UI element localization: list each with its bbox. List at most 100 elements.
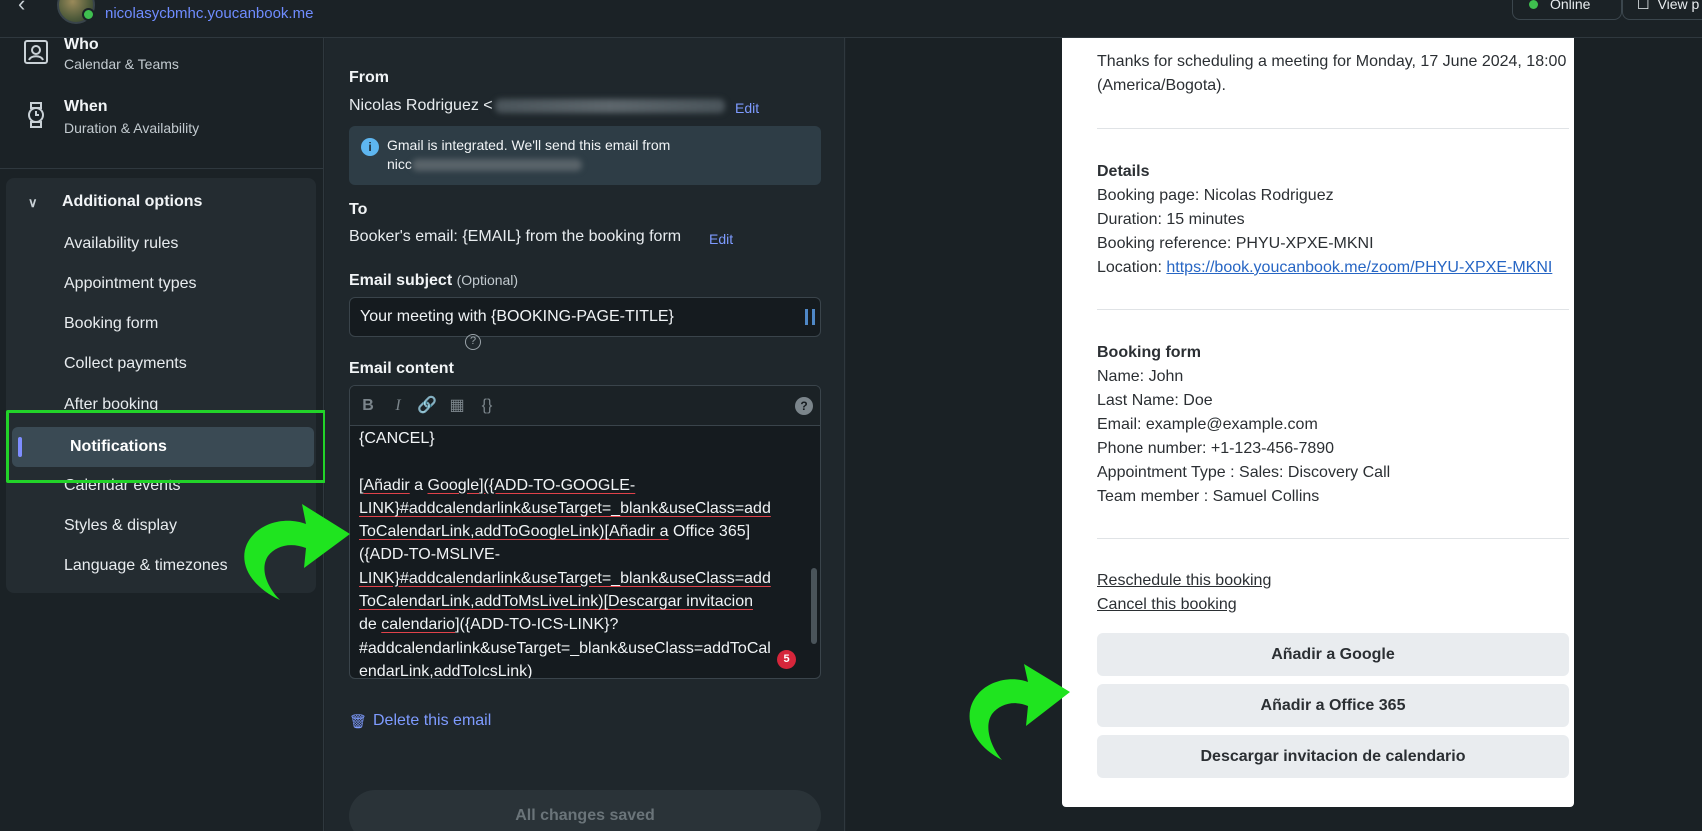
watch-icon <box>28 102 44 128</box>
external-link-icon: ☐ <box>1637 0 1650 12</box>
email-subject-label-text: Email subject <box>349 272 453 289</box>
error-count-badge[interactable]: 5 <box>777 650 796 669</box>
code-braces-icon[interactable]: {} <box>477 396 497 416</box>
content-token: Office 365] <box>668 523 751 541</box>
content-token: Añadir <box>363 476 410 494</box>
user-card-icon <box>24 40 48 64</box>
variable-picker-icon[interactable] <box>805 309 815 325</box>
add-to-google-button[interactable]: Añadir a Google <box>1097 633 1569 676</box>
view-page-button[interactable]: ☐ View p <box>1622 0 1702 20</box>
preview-team-member: Team member : Samuel Collins <box>1097 488 1320 505</box>
nav-when-title: When <box>64 98 108 115</box>
email-subject-label: Email subject (Optional) <box>349 272 518 290</box>
reschedule-link[interactable]: Reschedule this booking <box>1097 572 1271 590</box>
content-token: ToCalendarLink,addToMsLiveLink)[Descarga… <box>359 593 687 611</box>
additional-options-toggle[interactable]: ∨ Additional options <box>28 193 202 211</box>
nav-who[interactable]: Who Calendar & Teams <box>0 22 324 92</box>
preview-details-title: Details <box>1097 163 1150 180</box>
from-value: Nicolas Rodriguez < <box>349 97 725 115</box>
content-token: ]({ADD-TO-ICS-LINK}? <box>455 616 619 634</box>
preview-appointment-type: Appointment Type : Sales: Discovery Call <box>1097 464 1391 481</box>
edit-to-link[interactable]: Edit <box>709 231 733 247</box>
sidebar-item-styles-display[interactable]: Styles & display <box>64 517 177 535</box>
edit-from-link[interactable]: Edit <box>735 100 759 116</box>
blurred-sender <box>411 159 582 172</box>
email-preview: Thanks for scheduling a meeting for Mond… <box>1062 38 1574 807</box>
optional-tag: (Optional) <box>456 272 519 288</box>
content-line: LINK}#addcalendarlink&useTarget=_blank&u… <box>359 499 771 517</box>
preview-thanks-text: Thanks for scheduling a meeting for Mond… <box>1097 53 1567 94</box>
content-token: invitacion <box>686 593 753 611</box>
cancel-link[interactable]: Cancel this booking <box>1097 596 1237 614</box>
sidebar-item-appointment-types[interactable]: Appointment types <box>64 275 197 293</box>
link-icon[interactable]: 🔗 <box>417 396 437 416</box>
sidebar-item-availability-rules[interactable]: Availability rules <box>64 235 178 253</box>
chevron-down-icon: ∨ <box>28 195 38 210</box>
content-token: calendario <box>381 616 456 634</box>
content-token: Google <box>427 476 480 494</box>
preview-location: Location: https://book.youcanbook.me/zoo… <box>1097 259 1552 277</box>
nav-who-subtitle: Calendar & Teams <box>64 56 179 72</box>
preview-divider <box>1097 309 1569 310</box>
email-content-editor[interactable]: B I 🔗 ▦ {} ? {CANCEL} [Añadir a Google](… <box>349 385 821 679</box>
preview-location-link[interactable]: https://book.youcanbook.me/zoom/PHYU-XPX… <box>1166 259 1552 276</box>
preview-last-name: Last Name: Doe <box>1097 392 1213 409</box>
preview-form-title: Booking form <box>1097 344 1201 361</box>
email-subject-input[interactable] <box>349 297 821 337</box>
preview-email: Email: example@example.com <box>1097 416 1318 433</box>
back-arrow-icon[interactable]: ‹ <box>18 0 42 18</box>
preview-divider <box>1097 128 1569 129</box>
status-dot-icon <box>1529 0 1538 9</box>
email-content-text[interactable]: {CANCEL} [Añadir a Google]({ADD-TO-GOOGL… <box>359 427 799 679</box>
sidebar-item-notifications-label: Notifications <box>70 438 167 455</box>
preview-reference: Booking reference: PHYU-XPXE-MKNI <box>1097 235 1374 252</box>
download-ics-button[interactable]: Descargar invitacion de calendario <box>1097 735 1569 778</box>
sidebar-item-notifications[interactable]: Notifications <box>12 427 314 467</box>
sidebar-item-calendar-events[interactable]: Calendar events <box>64 477 181 495</box>
sidebar-item-language-timezones[interactable]: Language & timezones <box>64 557 228 575</box>
gmail-info-box: i Gmail is integrated. We'll send this e… <box>349 126 821 185</box>
info-icon: i <box>361 138 379 156</box>
scroll-thumb[interactable] <box>811 568 817 644</box>
content-line: {CANCEL} <box>359 430 435 447</box>
preview-divider <box>1097 538 1569 539</box>
delete-email-button[interactable]: 🗑 Delete this email <box>349 712 491 730</box>
add-to-office-button[interactable]: Añadir a Office 365 <box>1097 684 1569 727</box>
editor-help-icon[interactable]: ? <box>795 397 813 415</box>
booking-page-domain-link[interactable]: nicolasycbmhc.youcanbook.me <box>105 5 313 22</box>
content-token: de <box>359 616 382 634</box>
sidebar-item-booking-form[interactable]: Booking form <box>64 315 158 333</box>
online-status-button[interactable]: Online <box>1512 0 1622 20</box>
nav-when-subtitle: Duration & Availability <box>64 120 200 136</box>
content-token: ]({ADD-TO-GOOGLE- <box>479 476 636 494</box>
from-name: Nicolas Rodriguez < <box>349 97 493 114</box>
gmail-info-line1: Gmail is integrated. We'll send this ema… <box>387 137 671 153</box>
content-token: a <box>409 476 428 494</box>
content-line: endarLink,addToIcsLink) <box>359 662 533 679</box>
preview-location-label: Location: <box>1097 259 1167 276</box>
preview-name: Name: John <box>1097 368 1184 385</box>
status-label: Online <box>1550 0 1591 12</box>
save-status-button[interactable]: All changes saved <box>349 790 821 831</box>
editor-toolbar: B I 🔗 ▦ {} ? <box>350 386 820 426</box>
trash-icon: 🗑 <box>349 713 367 729</box>
blurred-email <box>494 98 725 113</box>
preview-duration: Duration: 15 minutes <box>1097 211 1245 228</box>
delete-email-label: Delete this email <box>373 712 492 729</box>
preview-phone: Phone number: +1-123-456-7890 <box>1097 440 1335 457</box>
bold-icon[interactable]: B <box>358 396 378 416</box>
image-icon[interactable]: ▦ <box>447 396 467 416</box>
to-value: Booker's email: {EMAIL} from the booking… <box>349 228 682 245</box>
additional-options-title: Additional options <box>62 193 203 210</box>
nav-when[interactable]: When Duration & Availability <box>0 94 324 164</box>
email-editor-panel: From Nicolas Rodriguez < Edit i Gmail is… <box>325 38 845 831</box>
gmail-info-line2: nicc <box>387 156 412 172</box>
italic-icon[interactable]: I <box>388 396 408 416</box>
content-scrollbar[interactable] <box>808 428 818 668</box>
content-line: LINK}#addcalendarlink&useTarget=_blank&u… <box>359 569 771 587</box>
sidebar-item-collect-payments[interactable]: Collect payments <box>64 355 187 373</box>
active-indicator <box>18 437 22 457</box>
view-page-label: View p <box>1657 0 1700 12</box>
help-icon[interactable]: ? <box>465 334 481 350</box>
sidebar-item-after-booking[interactable]: After booking <box>64 396 158 414</box>
